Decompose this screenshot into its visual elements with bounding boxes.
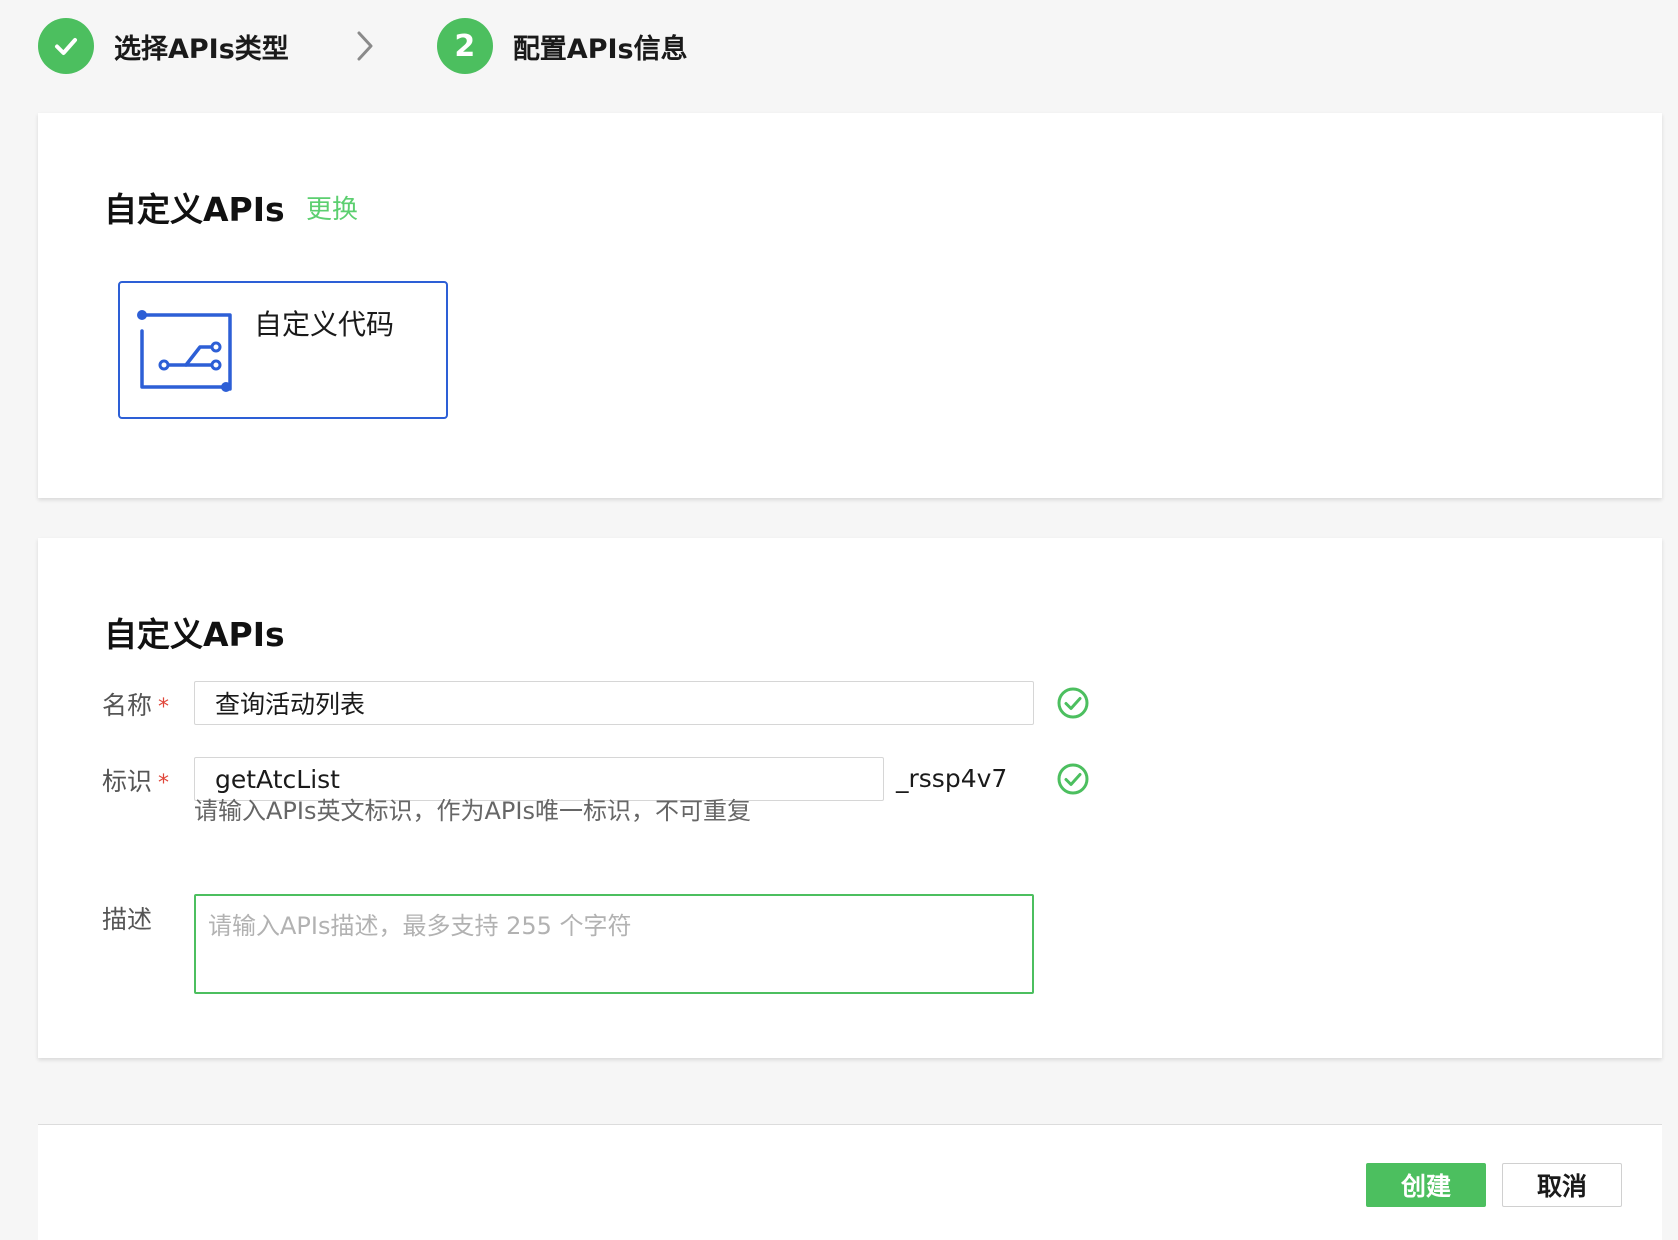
valid-check-icon (1057, 763, 1089, 795)
card-title: 自定义APIs (104, 615, 285, 654)
identifier-suffix: _rssp4v7 (896, 764, 1008, 793)
api-type-card: 自定义APIs 更换 自定义代码 (38, 113, 1662, 498)
name-input[interactable] (194, 681, 1034, 725)
step-number: 2 (436, 18, 493, 74)
change-type-link[interactable]: 更换 (306, 189, 358, 226)
identifier-label: 标识 * (102, 762, 169, 798)
required-mark: * (158, 695, 170, 720)
description-label: 描述 (102, 905, 153, 934)
type-tile-custom-code[interactable]: 自定义代码 (118, 281, 448, 419)
step-configure-info[interactable]: 2 配置APIs信息 (436, 18, 688, 74)
create-button[interactable]: 创建 (1366, 1163, 1486, 1207)
footer-actions: 创建 取消 (38, 1124, 1662, 1240)
description-textarea[interactable] (194, 894, 1034, 994)
type-tile-label: 自定义代码 (254, 308, 395, 341)
stepper: 选择APIs类型 2 配置APIs信息 (38, 18, 688, 74)
step-label: 配置APIs信息 (512, 33, 688, 65)
card-title: 自定义APIs (104, 190, 285, 229)
identifier-hint: 请输入APIs英文标识，作为APIs唯一标识，不可重复 (194, 797, 751, 825)
required-mark: * (158, 771, 170, 796)
checkmark-icon (55, 38, 77, 55)
valid-check-icon (1057, 687, 1089, 719)
cancel-button[interactable]: 取消 (1502, 1163, 1622, 1207)
custom-code-icon (137, 310, 232, 392)
chevron-right-icon (353, 18, 377, 74)
step-select-type[interactable]: 选择APIs类型 (38, 18, 289, 74)
step-label: 选择APIs类型 (114, 33, 289, 65)
api-form-card: 自定义APIs 名称* 标识* _rssp4v7 请输入APIs英文标识，作为A… (38, 538, 1662, 1058)
step-done-icon (38, 18, 94, 74)
name-label-text: 名称 (102, 691, 153, 720)
name-label: 名称 * (102, 686, 169, 722)
identifier-label-text: 标识 (102, 767, 153, 796)
